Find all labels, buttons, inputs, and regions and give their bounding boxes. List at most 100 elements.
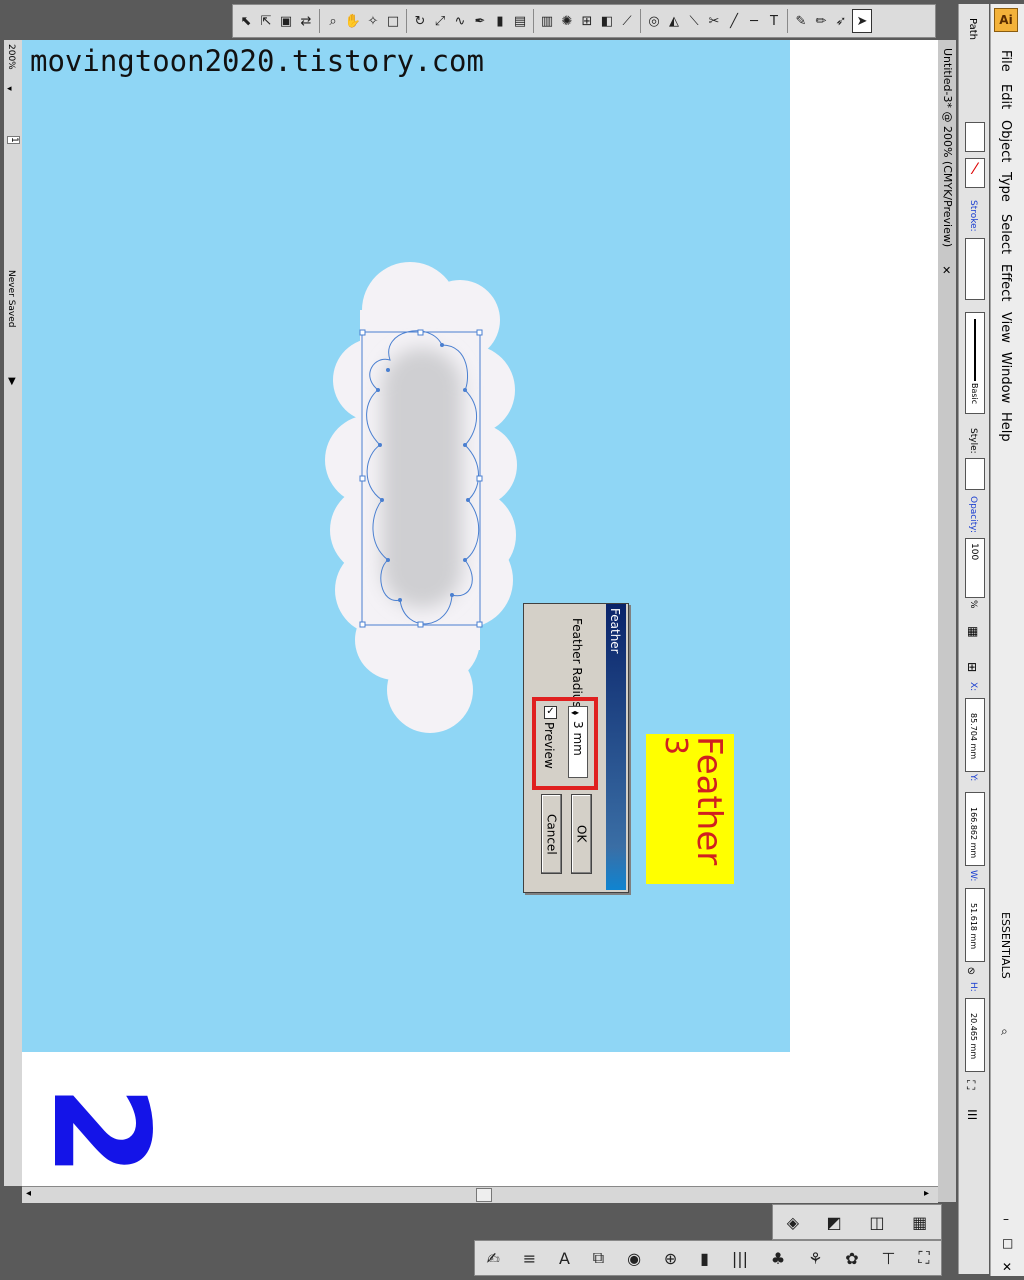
panel-menu-icon[interactable]: ☰ xyxy=(967,1108,978,1122)
brush-icon[interactable]: ✎ xyxy=(792,10,810,32)
brush-definition[interactable]: Basic xyxy=(965,312,985,414)
w-field[interactable]: 51.618 mm xyxy=(965,888,985,962)
h-label[interactable]: H: xyxy=(968,982,978,992)
layers-icon[interactable]: ◈ xyxy=(787,1213,799,1232)
reference-point-icon[interactable]: ⊞ xyxy=(967,660,977,674)
opacity-label[interactable]: Opacity: xyxy=(968,496,978,533)
menu-effect[interactable]: Effect xyxy=(998,264,1013,301)
maximize-icon[interactable]: □ xyxy=(1002,1236,1013,1250)
stroke-label[interactable]: Stroke: xyxy=(968,200,978,232)
mesh-icon[interactable]: ⊞ xyxy=(578,10,596,32)
pencil-icon[interactable]: ✏ xyxy=(812,10,830,32)
cloud-artwork[interactable] xyxy=(320,250,530,750)
symbol-sprayer-icon[interactable]: ✺ xyxy=(558,10,576,32)
column-graph-icon[interactable]: ▥ xyxy=(538,10,556,32)
brushes-icon[interactable]: ✍ xyxy=(486,1249,499,1268)
feathered-shape xyxy=(382,348,462,608)
eyedropper-icon[interactable]: ⟋ xyxy=(618,10,636,32)
type-icon[interactable]: T xyxy=(765,10,783,32)
appearance-icon[interactable]: ◉ xyxy=(627,1249,641,1268)
y-label[interactable]: Y: xyxy=(968,774,978,781)
transform-icon[interactable]: ⛶ xyxy=(967,1078,975,1093)
menu-select[interactable]: Select xyxy=(998,214,1013,254)
x-field[interactable]: 85.704 mm xyxy=(965,698,985,772)
zoom-level[interactable]: 200% xyxy=(6,44,16,70)
align-icon[interactable]: ▮ xyxy=(700,1249,709,1268)
rectangle-icon[interactable]: □ xyxy=(384,10,402,32)
vertical-scrollbar[interactable]: Untitled-3* @ 200% (CMYK/Preview) ✕ xyxy=(938,40,956,1202)
transform-panel-icon[interactable]: ⧉ xyxy=(593,1248,604,1268)
menu-window[interactable]: Window xyxy=(998,352,1013,403)
line-icon[interactable]: ─ xyxy=(745,10,763,32)
highlight-frame xyxy=(532,697,598,790)
pathfinder-icon[interactable]: ⊕ xyxy=(664,1249,677,1268)
menu-help[interactable]: Help xyxy=(998,412,1013,442)
recolor-icon[interactable]: ▦ xyxy=(967,624,978,638)
scale-icon[interactable]: ⤢ xyxy=(431,10,449,32)
graphic-styles-icon[interactable]: ⚘ xyxy=(808,1249,822,1268)
artboard-icon[interactable]: ▤ xyxy=(511,10,529,32)
cancel-button[interactable]: Cancel xyxy=(541,794,562,874)
menu-object[interactable]: Object xyxy=(998,120,1013,162)
w-label[interactable]: W: xyxy=(968,870,978,881)
menu-type[interactable]: Type xyxy=(998,172,1013,202)
libraries-icon[interactable]: ||| xyxy=(732,1249,748,1268)
symbols-icon[interactable]: ♣ xyxy=(771,1249,785,1268)
direct-selection-icon[interactable]: ⇱ xyxy=(257,10,275,32)
menu-edit[interactable]: Edit xyxy=(998,84,1013,109)
fill-swatch[interactable] xyxy=(965,122,985,152)
character-icon[interactable]: A xyxy=(559,1249,570,1268)
tools-toolbar: ⬉ ⇱ ▣ ⇄ ⌕ ✋ ✧ □ ↻ ⤢ ∿ ✒ ▮ ▤ ▥ ✺ ⊞ ◧ ⟋ ◎ … xyxy=(232,4,936,38)
scroll-left-icon[interactable]: ◂ xyxy=(26,1188,31,1199)
menu-file[interactable]: File xyxy=(998,50,1013,72)
navigator-icon[interactable]: ⛶ xyxy=(918,1248,929,1268)
minimize-icon[interactable]: – xyxy=(1003,1212,1009,1226)
horizontal-scrollbar[interactable]: ◂ ▸ xyxy=(22,1186,938,1203)
stroke-weight-field[interactable] xyxy=(965,238,985,300)
transparency-icon[interactable]: ◫ xyxy=(869,1213,884,1232)
scissors-icon[interactable]: ✂ xyxy=(705,10,723,32)
dialog-title-bar[interactable]: Feather xyxy=(606,604,626,890)
blend-icon[interactable]: ◎ xyxy=(645,10,663,32)
zoom-icon[interactable]: ⌕ xyxy=(324,10,342,32)
close-icon[interactable]: ✕ xyxy=(1002,1260,1012,1274)
stroke-icon[interactable]: ≡ xyxy=(523,1249,536,1268)
search-icon[interactable]: ⌕ xyxy=(1001,1024,1008,1039)
artboards-icon[interactable]: ⊤ xyxy=(882,1249,896,1268)
stroke-swatch[interactable]: ⁄ xyxy=(965,158,985,188)
ok-button[interactable]: OK xyxy=(571,794,592,874)
slice-icon[interactable]: ⟍ xyxy=(685,10,703,32)
lasso-icon[interactable]: ➶ xyxy=(832,10,850,32)
workspace-switcher[interactable]: ESSENTIALS xyxy=(999,912,1012,979)
color-guide-icon[interactable]: ✿ xyxy=(845,1249,858,1268)
eraser-icon[interactable]: ▮ xyxy=(491,10,509,32)
x-label[interactable]: X: xyxy=(968,682,978,691)
close-tab-icon[interactable]: ✕ xyxy=(942,264,951,277)
stroke-fill-icon[interactable]: ▣ xyxy=(277,10,295,32)
selection-icon[interactable]: ⬉ xyxy=(237,10,255,32)
scroll-right-icon[interactable]: ▸ xyxy=(924,1188,929,1199)
scroll-thumb[interactable] xyxy=(476,1188,492,1202)
menu-view[interactable]: View xyxy=(998,312,1013,343)
swatches-icon[interactable]: ▦ xyxy=(912,1213,927,1232)
page-number[interactable]: 1 xyxy=(7,136,20,144)
pen-icon[interactable]: ✒ xyxy=(471,10,489,32)
document-tab[interactable]: Untitled-3* @ 200% (CMYK/Preview) xyxy=(941,48,954,247)
gradient-icon[interactable]: ◧ xyxy=(598,10,616,32)
arrow-icon[interactable]: ➤ xyxy=(852,9,872,33)
hand-icon[interactable]: ✋ xyxy=(344,10,362,32)
warp-icon[interactable]: ∿ xyxy=(451,10,469,32)
gradient-panel-icon[interactable]: ◩ xyxy=(827,1213,842,1232)
swap-icon[interactable]: ⇄ xyxy=(297,10,315,32)
constrain-proportions-icon[interactable]: ⊘ xyxy=(967,966,975,977)
rotate-icon[interactable]: ↻ xyxy=(411,10,429,32)
h-field[interactable]: 20.465 mm xyxy=(965,998,985,1072)
y-field[interactable]: 166.862 mm xyxy=(965,792,985,866)
knife-icon[interactable]: ╱ xyxy=(725,10,743,32)
opacity-field[interactable]: 100 xyxy=(965,538,985,598)
zoom-dropdown-icon[interactable]: ◂ xyxy=(7,84,12,94)
magic-wand-icon[interactable]: ✧ xyxy=(364,10,382,32)
status-menu-icon[interactable]: ▼ xyxy=(8,376,16,387)
live-paint-icon[interactable]: ◭ xyxy=(665,10,683,32)
graphic-style-swatch[interactable] xyxy=(965,458,985,490)
